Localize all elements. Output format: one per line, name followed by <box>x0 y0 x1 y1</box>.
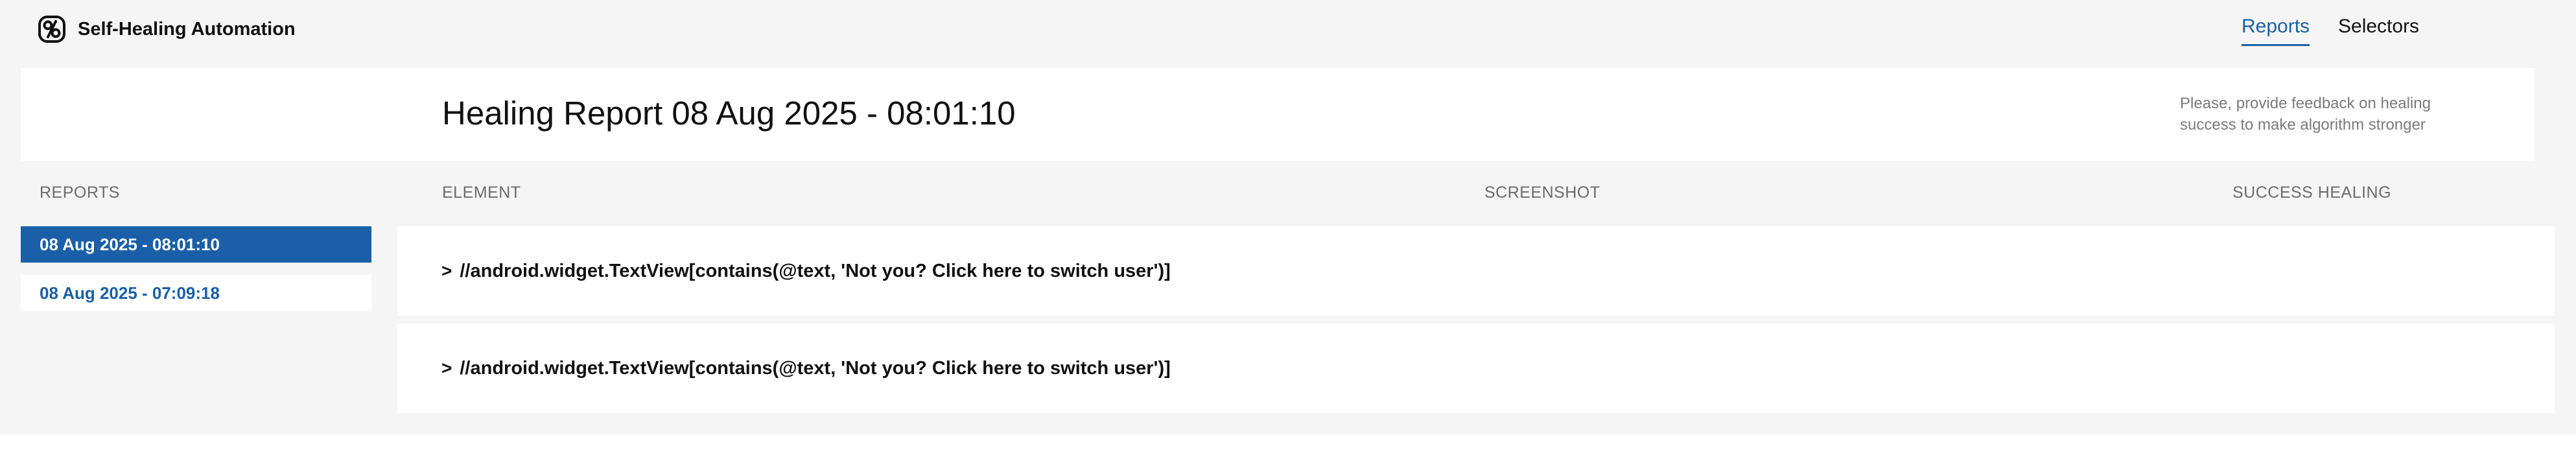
nav-selectors-link[interactable]: Selectors <box>2338 16 2419 41</box>
nav-reports-link[interactable]: Reports <box>2242 16 2310 46</box>
table-row[interactable]: > //android.widget.TextView[contains(@te… <box>397 324 2555 413</box>
brand[interactable]: Self-Healing Automation <box>38 13 296 45</box>
chevron-right-icon: > <box>441 358 452 378</box>
sidebar-report-item[interactable]: 08 Aug 2025 - 07:09:18 <box>21 275 371 311</box>
element-selector: //android.widget.TextView[contains(@text… <box>460 357 1171 379</box>
report-header: Healing Report 08 Aug 2025 - 08:01:10 Pl… <box>21 68 2535 161</box>
sidebar-report-label: 08 Aug 2025 - 07:09:18 <box>40 283 220 303</box>
self-healing-logo-icon <box>38 15 66 43</box>
element-selector: //android.widget.TextView[contains(@text… <box>460 260 1171 281</box>
top-bar: Self-Healing Automation Reports Selector… <box>0 0 2576 58</box>
feedback-note: Please, provide feedback on healing succ… <box>2180 95 2431 134</box>
app-title: Self-Healing Automation <box>78 18 296 40</box>
page-title: Healing Report 08 Aug 2025 - 08:01:10 <box>442 95 1016 132</box>
sidebar-header: REPORTS <box>40 183 120 202</box>
column-header-element: ELEMENT <box>442 183 521 202</box>
sidebar-report-item-selected[interactable]: 08 Aug 2025 - 08:01:10 <box>21 226 371 263</box>
table-row[interactable]: > //android.widget.TextView[contains(@te… <box>397 226 2555 316</box>
page: Self-Healing Automation Reports Selector… <box>0 0 2576 434</box>
column-header-success-healing: SUCCESS HEALING <box>2232 183 2392 202</box>
chevron-right-icon: > <box>441 261 452 281</box>
column-header-screenshot: SCREENSHOT <box>1484 183 1600 202</box>
sidebar-report-label: 08 Aug 2025 - 08:01:10 <box>40 234 220 254</box>
